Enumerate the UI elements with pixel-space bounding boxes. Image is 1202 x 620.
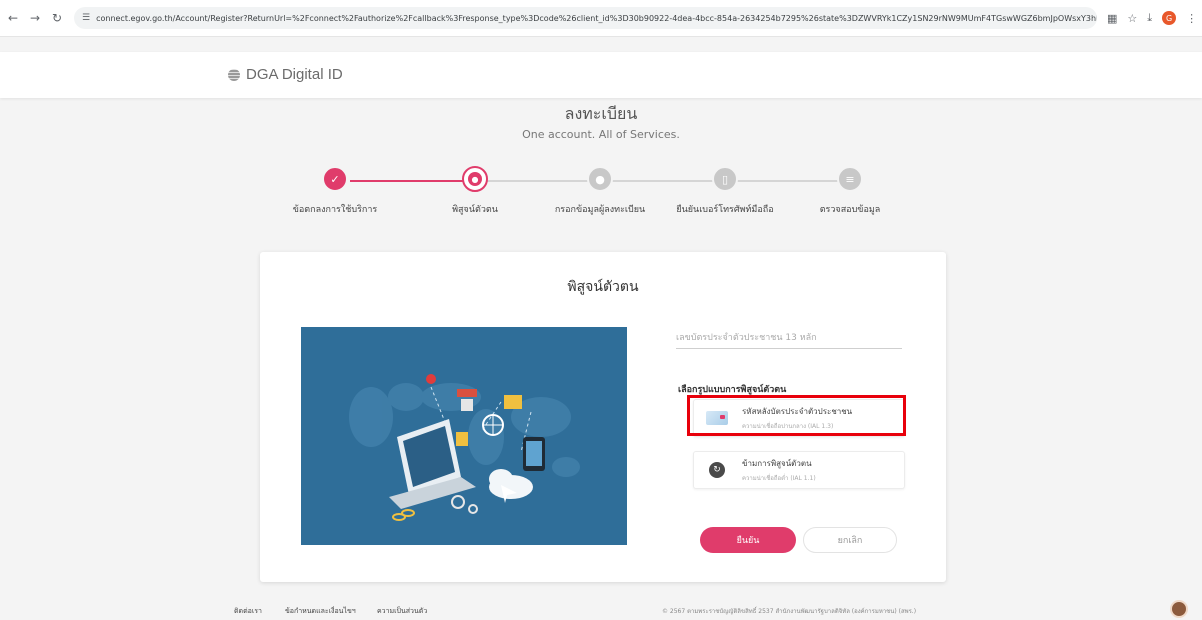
dga-logo-icon: [228, 68, 240, 81]
identity-verification-card: พิสูจน์ตัวตน เลขบัตรประจำตัวประชาชน 13 ห…: [260, 252, 946, 582]
site-footer: ติดต่อเรา ข้อกำหนดและเงื่อนไขฯ ความเป็นส…: [0, 600, 1202, 620]
menu-dots-icon[interactable]: ⋮: [1186, 12, 1197, 25]
mobile-phone-icon: ▯: [712, 166, 738, 192]
forward-arrow-icon[interactable]: →: [26, 9, 44, 27]
site-header: DGA Digital ID: [0, 52, 1202, 98]
card-title: พิสูจน์ตัวตน: [567, 279, 639, 295]
illustration-image: [301, 327, 627, 545]
footer-link-contact[interactable]: ติดต่อเรา: [234, 606, 262, 617]
url-text: connect.egov.go.th/Account/Register?Retu…: [96, 13, 1097, 23]
browser-toolbar: ← → ↻ ☰ connect.egov.go.th/Account/Regis…: [0, 0, 1202, 37]
site-info-icon[interactable]: ☰: [82, 13, 90, 23]
step-terms: ✓ ข้อตกลงการใช้บริการ: [265, 166, 405, 216]
highlight-box: [687, 395, 906, 436]
step-verify-identity: ● พิสูจน์ตัวตน: [405, 166, 545, 216]
cancel-button[interactable]: ยกเลิก: [803, 527, 897, 553]
option-label: ข้ามการพิสูจน์ตัวตน: [742, 459, 812, 468]
footer-link-terms[interactable]: ข้อกำหนดและเงื่อนไขฯ: [285, 606, 356, 617]
user-icon: ●: [587, 166, 613, 192]
address-bar[interactable]: ☰ connect.egov.go.th/Account/Register?Re…: [74, 7, 1097, 29]
site-logo[interactable]: DGA Digital ID: [228, 66, 343, 83]
option-skip-verification[interactable]: ↻ ข้ามการพิสูจน์ตัวตน ความน่าเชื่อถือต่ำ…: [693, 451, 905, 489]
step-label: กรอกข้อมูลผู้ลงทะเบียน: [554, 205, 646, 215]
digital-network-illustration: [349, 374, 580, 521]
reload-icon[interactable]: ↻: [48, 9, 66, 27]
download-icon[interactable]: ⤓: [1147, 11, 1152, 25]
back-arrow-icon[interactable]: ←: [4, 9, 22, 27]
page-subtitle: One account. All of Services.: [522, 128, 680, 141]
checkmark-icon: ✓: [322, 166, 348, 192]
step-review: ≡ ตรวจสอบข้อมูล: [780, 166, 920, 216]
translate-icon[interactable]: ▦: [1107, 12, 1117, 25]
verification-method-label: เลือกรูปแบบการพิสูจน์ตัวตน: [678, 385, 787, 395]
step-verify-phone: ▯ ยืนยันเบอร์โทรศัพท์มือถือ: [655, 166, 795, 216]
copyright-text: © 2567 ตามพระราชบัญญัติลิขสิทธิ์ 2537 สำ…: [662, 608, 917, 615]
chat-assistant-icon[interactable]: [1170, 600, 1188, 618]
step-label: ตรวจสอบข้อมูล: [819, 205, 881, 215]
identity-step-icon: ●: [462, 166, 488, 192]
skip-icon: ↻: [706, 462, 728, 478]
confirm-button[interactable]: ยืนยัน: [700, 527, 796, 553]
page-title: ลงทะเบียน: [564, 104, 638, 123]
step-registrant-info: ● กรอกข้อมูลผู้ลงทะเบียน: [530, 166, 670, 216]
step-label: พิสูจน์ตัวตน: [452, 205, 498, 215]
bookmark-star-icon[interactable]: ☆: [1127, 12, 1137, 25]
logo-text: DGA Digital ID: [246, 66, 343, 83]
citizen-id-input[interactable]: [676, 328, 902, 349]
step-label: ข้อตกลงการใช้บริการ: [292, 205, 378, 215]
footer-link-privacy[interactable]: ความเป็นส่วนตัว: [377, 606, 427, 617]
review-icon: ≡: [837, 166, 863, 192]
profile-avatar[interactable]: G: [1162, 11, 1177, 25]
step-label: ยืนยันเบอร์โทรศัพท์มือถือ: [676, 205, 774, 215]
option-sublabel: ความน่าเชื่อถือต่ำ (IAL 1.1): [742, 475, 816, 482]
registration-stepper: ✓ ข้อตกลงการใช้บริการ ● พิสูจน์ตัวตน ● ก…: [280, 166, 920, 222]
